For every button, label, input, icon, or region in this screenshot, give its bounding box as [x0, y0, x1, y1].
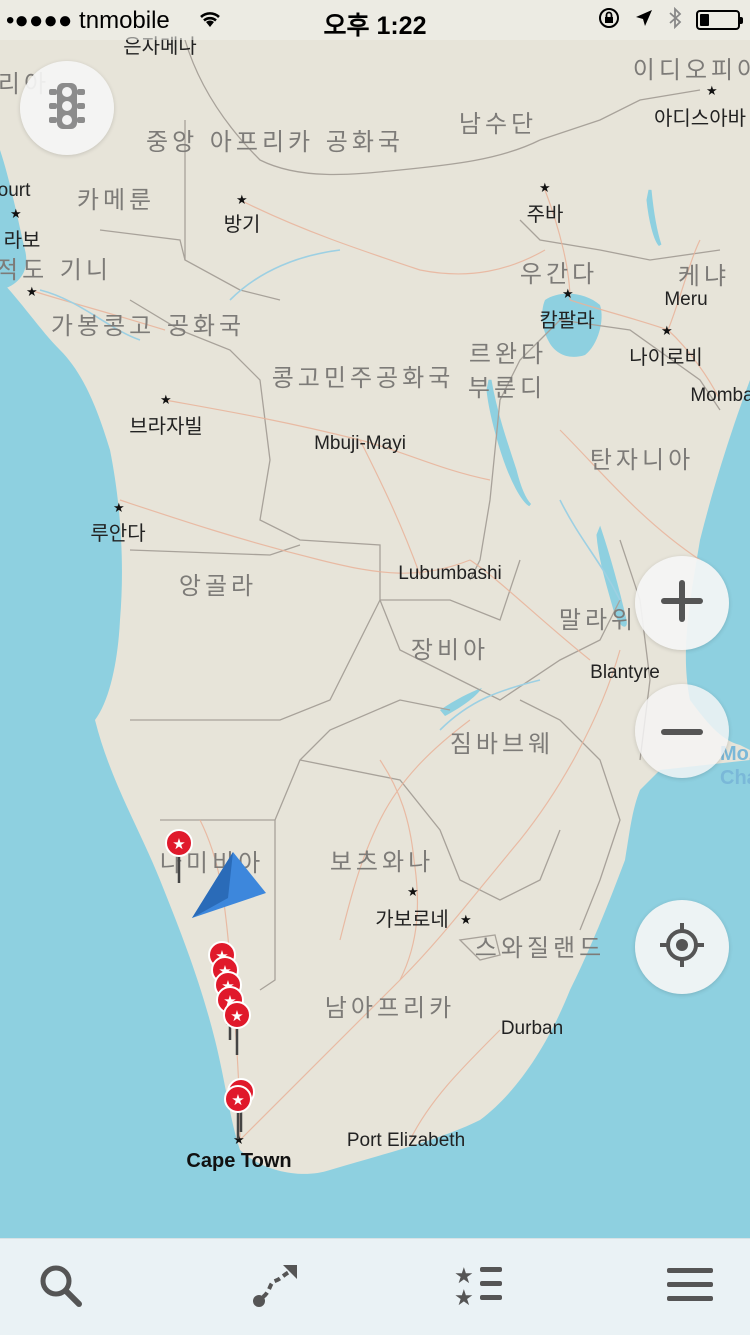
label-zimbabwe: 짐바브웨 — [449, 730, 555, 758]
svg-text:★: ★ — [26, 285, 38, 300]
label-juba: 주바 — [526, 202, 564, 226]
svg-text:★: ★ — [113, 501, 125, 516]
svg-text:★: ★ — [661, 324, 673, 339]
plus-icon — [659, 578, 705, 628]
location-services-icon — [634, 8, 654, 33]
svg-text:★: ★ — [233, 1133, 245, 1148]
label-malawi: 말라위 — [558, 606, 638, 634]
label-angola: 앙골라 — [178, 572, 258, 600]
label-bangui: 방기 — [223, 212, 261, 236]
svg-text:★: ★ — [160, 393, 172, 408]
label-rwanda: 르완다 — [468, 340, 548, 368]
label-malabo: 라보 — [3, 228, 41, 252]
label-lubumbashi: Lubumbashi — [398, 563, 502, 584]
label-burundi: 부룬디 — [467, 374, 547, 402]
zoom-in-button[interactable] — [635, 556, 729, 650]
my-location-button[interactable] — [635, 900, 729, 994]
bluetooth-icon — [668, 6, 682, 34]
label-addis-ababa: 아디스아바 — [654, 106, 746, 130]
traffic-button[interactable] — [20, 61, 114, 155]
label-botswana: 보츠와나 — [329, 848, 435, 876]
bookmarks-icon: ★ ★ — [454, 1261, 506, 1313]
svg-text:★: ★ — [236, 193, 248, 208]
label-drc: 콩고민주공화국 — [271, 364, 455, 392]
status-bar: •●●●● tnmobile 오후 1:22 — [0, 0, 750, 40]
battery-icon — [696, 10, 743, 30]
label-meru: Meru — [664, 289, 708, 310]
rotation-lock-icon — [598, 7, 620, 34]
svg-text:★: ★ — [539, 181, 551, 196]
label-south-sudan: 남수단 — [458, 110, 538, 138]
tab-search[interactable] — [0, 1239, 120, 1335]
label-mbuji-mayi: Mbuji-Mayi — [314, 433, 406, 454]
label-equatorial-guinea: 적도 기니 — [0, 256, 112, 284]
label-blantyre: Blantyre — [590, 662, 660, 683]
search-icon — [36, 1261, 84, 1313]
minus-icon — [659, 722, 705, 741]
svg-text:★: ★ — [706, 84, 718, 99]
svg-text:★: ★ — [562, 287, 574, 302]
svg-text:★: ★ — [460, 913, 472, 928]
label-gaborone: 가보로네 — [375, 907, 449, 931]
label-zambia: 장비아 — [410, 636, 490, 664]
label-gabon-congo: 가봉콩고 공화국 — [50, 312, 246, 340]
menu-icon — [667, 1266, 713, 1308]
label-kenya: 케냐 — [677, 262, 731, 290]
label-south-africa: 남아프리카 — [324, 994, 456, 1022]
svg-text:★: ★ — [10, 207, 22, 222]
svg-text:★: ★ — [407, 885, 419, 900]
label-port-harcourt: ourt — [0, 180, 31, 201]
label-luanda: 루안다 — [90, 521, 146, 545]
route-icon — [251, 1261, 299, 1313]
label-brazzaville: 브라자빌 — [129, 414, 203, 438]
bottom-tab-bar: ★ ★ — [0, 1238, 750, 1335]
label-uganda: 우간다 — [519, 260, 599, 288]
svg-text:★: ★ — [454, 1286, 474, 1309]
tab-route[interactable] — [215, 1239, 335, 1335]
label-tanzania: 탄자니아 — [589, 446, 695, 474]
label-cape-town: Cape Town — [186, 1150, 292, 1172]
tab-menu[interactable] — [630, 1239, 750, 1335]
label-mombasa: Momba — [690, 385, 750, 406]
label-durban: Durban — [500, 1018, 564, 1039]
label-ethiopia: 이디오피아 — [632, 56, 750, 84]
label-central-african-republic: 중앙 아프리카 공화국 — [146, 128, 404, 156]
label-swaziland: 스와질랜드 — [474, 934, 606, 962]
tab-bookmarks[interactable]: ★ ★ — [420, 1239, 540, 1335]
label-port-elizabeth: Port Elizabeth — [346, 1130, 466, 1151]
label-cameroon: 카메룬 — [76, 186, 156, 214]
zoom-out-button[interactable] — [635, 684, 729, 778]
traffic-light-icon — [47, 81, 87, 135]
label-nairobi: 나이로비 — [629, 345, 703, 369]
label-kampala: 캄팔라 — [539, 308, 595, 332]
locate-icon — [658, 921, 706, 973]
label-namibia: 나미비아 — [159, 849, 265, 877]
